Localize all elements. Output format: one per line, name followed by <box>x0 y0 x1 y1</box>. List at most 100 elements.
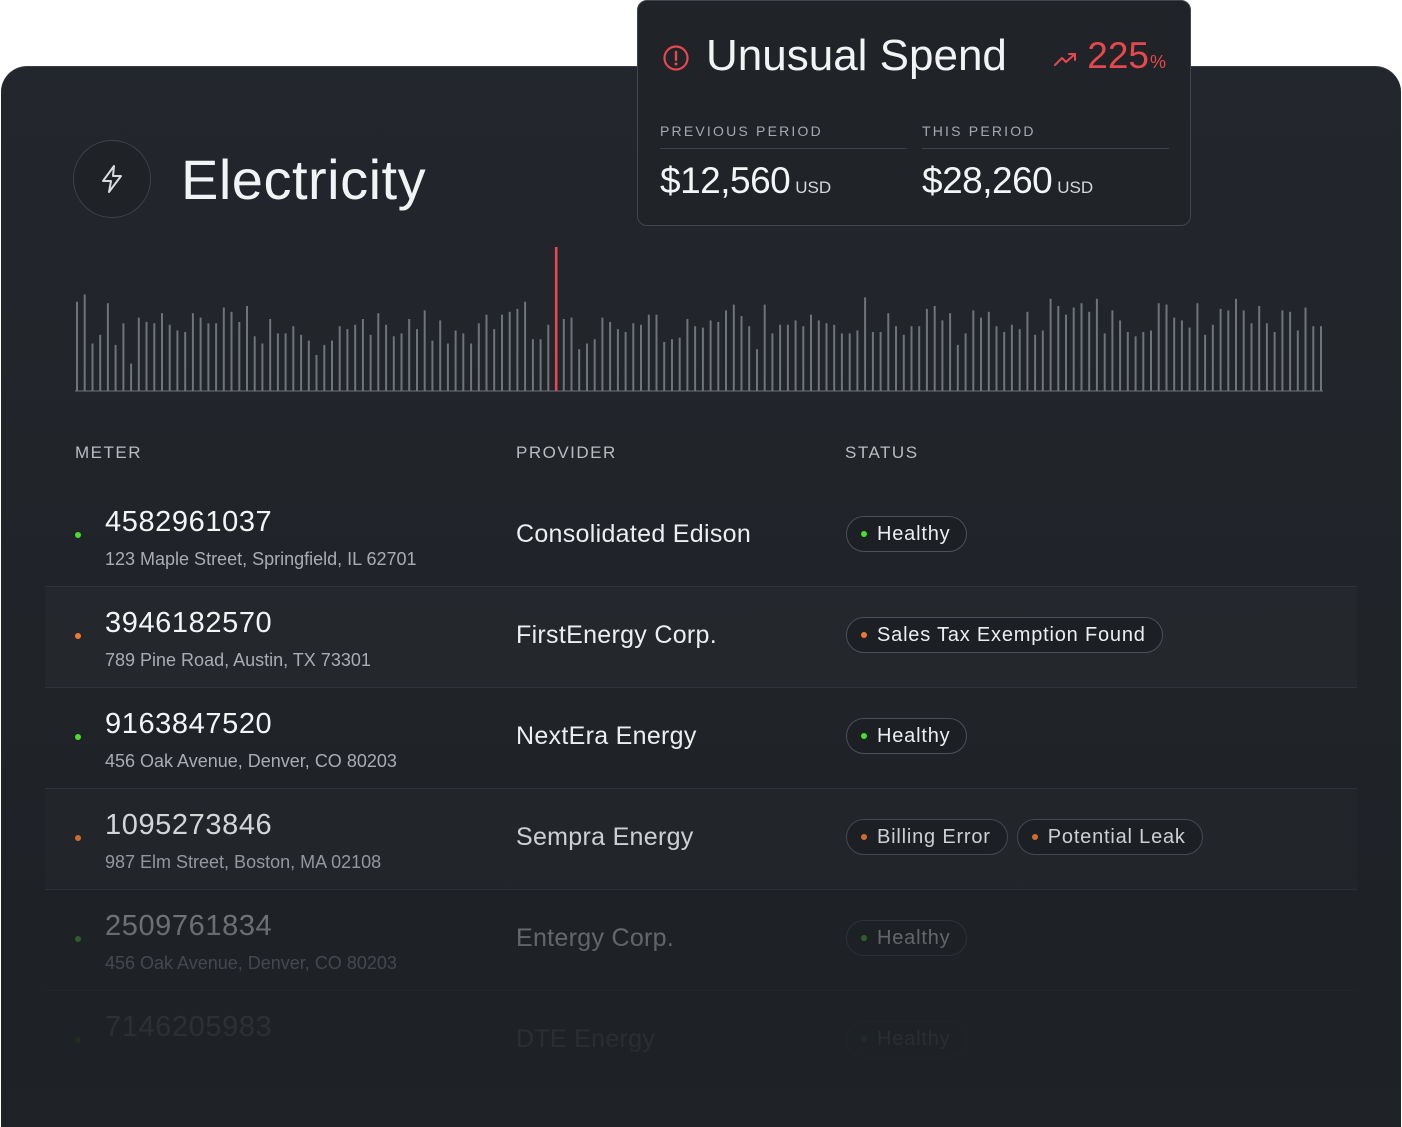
chart-bar[interactable] <box>315 355 318 391</box>
chart-bar[interactable] <box>1281 310 1284 391</box>
status-badge[interactable]: Healthy <box>846 920 968 956</box>
chart-bar[interactable] <box>671 339 673 391</box>
chart-bar[interactable] <box>122 323 125 391</box>
chart-bar[interactable] <box>400 333 403 391</box>
chart-bar[interactable] <box>161 313 163 391</box>
chart-bar[interactable] <box>1250 323 1253 391</box>
chart-bar[interactable] <box>887 313 890 391</box>
chart-bar[interactable] <box>848 333 851 391</box>
chart-bar[interactable] <box>1227 310 1230 391</box>
chart-bar[interactable] <box>392 336 395 391</box>
chart-bar[interactable] <box>176 330 179 392</box>
chart-bar[interactable] <box>902 334 905 391</box>
chart-bar[interactable] <box>1289 311 1292 391</box>
chart-bar[interactable] <box>933 306 936 391</box>
chart-bar[interactable] <box>1010 324 1013 391</box>
chart-bar[interactable] <box>1242 310 1245 391</box>
chart-bar[interactable] <box>1258 306 1261 391</box>
chart-bar[interactable] <box>130 363 133 391</box>
chart-bar[interactable] <box>485 314 488 391</box>
chart-bar[interactable] <box>663 342 666 391</box>
chart-bar[interactable] <box>215 323 218 391</box>
chart-bar[interactable] <box>1026 311 1029 391</box>
chart-bar[interactable] <box>1204 334 1207 391</box>
status-badge[interactable]: Healthy <box>846 516 968 552</box>
chart-bar[interactable] <box>331 340 333 391</box>
chart-bar[interactable] <box>1126 332 1129 391</box>
chart-bar[interactable] <box>338 326 341 391</box>
chart-bar[interactable] <box>864 297 867 391</box>
chart-bar[interactable] <box>616 329 619 391</box>
chart-bar[interactable] <box>199 317 202 391</box>
chart-bar[interactable] <box>601 317 604 391</box>
chart-bar[interactable] <box>1180 320 1183 391</box>
chart-bar[interactable] <box>771 333 774 391</box>
chart-bar[interactable] <box>786 324 789 391</box>
chart-bar[interactable] <box>925 308 928 391</box>
chart-bar[interactable] <box>1103 333 1106 391</box>
chart-bar[interactable] <box>1134 336 1137 391</box>
chart-bar[interactable] <box>261 343 264 392</box>
chart-bar[interactable] <box>307 340 310 391</box>
chart-bar[interactable] <box>779 324 782 391</box>
chart-bar[interactable] <box>980 317 982 391</box>
status-badge[interactable]: Healthy <box>846 1021 968 1057</box>
chart-bar[interactable] <box>462 333 465 391</box>
chart-bar[interactable] <box>956 344 959 391</box>
chart-bar[interactable] <box>361 319 364 391</box>
chart-bar[interactable] <box>269 319 272 391</box>
chart-bar[interactable] <box>369 334 372 391</box>
chart-bar[interactable] <box>354 324 357 391</box>
chart-bar[interactable] <box>531 339 534 391</box>
chart-bar[interactable] <box>106 303 109 391</box>
chart-bar[interactable] <box>802 326 805 391</box>
chart-bar[interactable] <box>810 314 812 391</box>
table-row[interactable]: 9163847520 456 Oak Avenue, Denver, CO 802… <box>45 688 1357 789</box>
chart-bar[interactable] <box>686 319 689 391</box>
chart-bar[interactable] <box>1072 307 1075 392</box>
chart-bar[interactable] <box>91 343 94 392</box>
chart-bar[interactable] <box>748 326 751 391</box>
chart-bar[interactable] <box>408 319 411 391</box>
chart-bar[interactable] <box>454 330 457 392</box>
chart-bar[interactable] <box>763 304 766 391</box>
chart-bar[interactable] <box>647 314 650 391</box>
chart-bar[interactable] <box>323 344 326 391</box>
chart-bar[interactable] <box>840 333 843 391</box>
chart-bar[interactable] <box>1111 310 1114 391</box>
chart-bar[interactable] <box>547 324 550 391</box>
chart-bar[interactable] <box>856 330 859 392</box>
chart-bar[interactable] <box>1088 311 1091 391</box>
chart-bar[interactable] <box>1057 306 1060 391</box>
chart-bar[interactable] <box>972 310 975 391</box>
chart-bar[interactable] <box>1320 326 1322 391</box>
chart-bar[interactable] <box>253 336 256 391</box>
chart-bar[interactable] <box>276 333 279 391</box>
chart-bar[interactable] <box>725 310 727 391</box>
chart-bar[interactable] <box>732 304 735 391</box>
chart-bar[interactable] <box>477 323 480 391</box>
chart-bar[interactable] <box>1188 327 1191 391</box>
chart-bar[interactable] <box>1235 298 1237 391</box>
status-badge[interactable]: Potential Leak <box>1016 819 1203 855</box>
chart-bar[interactable] <box>423 310 426 391</box>
chart-bar[interactable] <box>168 324 171 391</box>
chart-bar[interactable] <box>740 316 743 391</box>
chart-bar[interactable] <box>964 333 967 391</box>
chart-bar[interactable] <box>284 333 287 391</box>
chart-bar[interactable] <box>385 324 388 391</box>
table-row[interactable]: 1095273846 987 Elm Street, Boston, MA 021… <box>45 789 1357 890</box>
chart-bar[interactable] <box>825 323 828 391</box>
chart-bar[interactable] <box>346 329 349 391</box>
chart-bar[interactable] <box>833 324 836 391</box>
chart-bar[interactable] <box>1142 332 1145 391</box>
chart-bar[interactable] <box>586 343 588 392</box>
chart-bar[interactable] <box>493 329 496 391</box>
chart-bar[interactable] <box>562 319 565 391</box>
status-badge[interactable]: Healthy <box>846 718 968 754</box>
chart-bar[interactable] <box>516 308 519 391</box>
chart-bar[interactable] <box>593 339 596 391</box>
chart-bar[interactable] <box>701 327 704 391</box>
chart-bar[interactable] <box>678 337 681 391</box>
chart-bar[interactable] <box>1034 334 1037 391</box>
